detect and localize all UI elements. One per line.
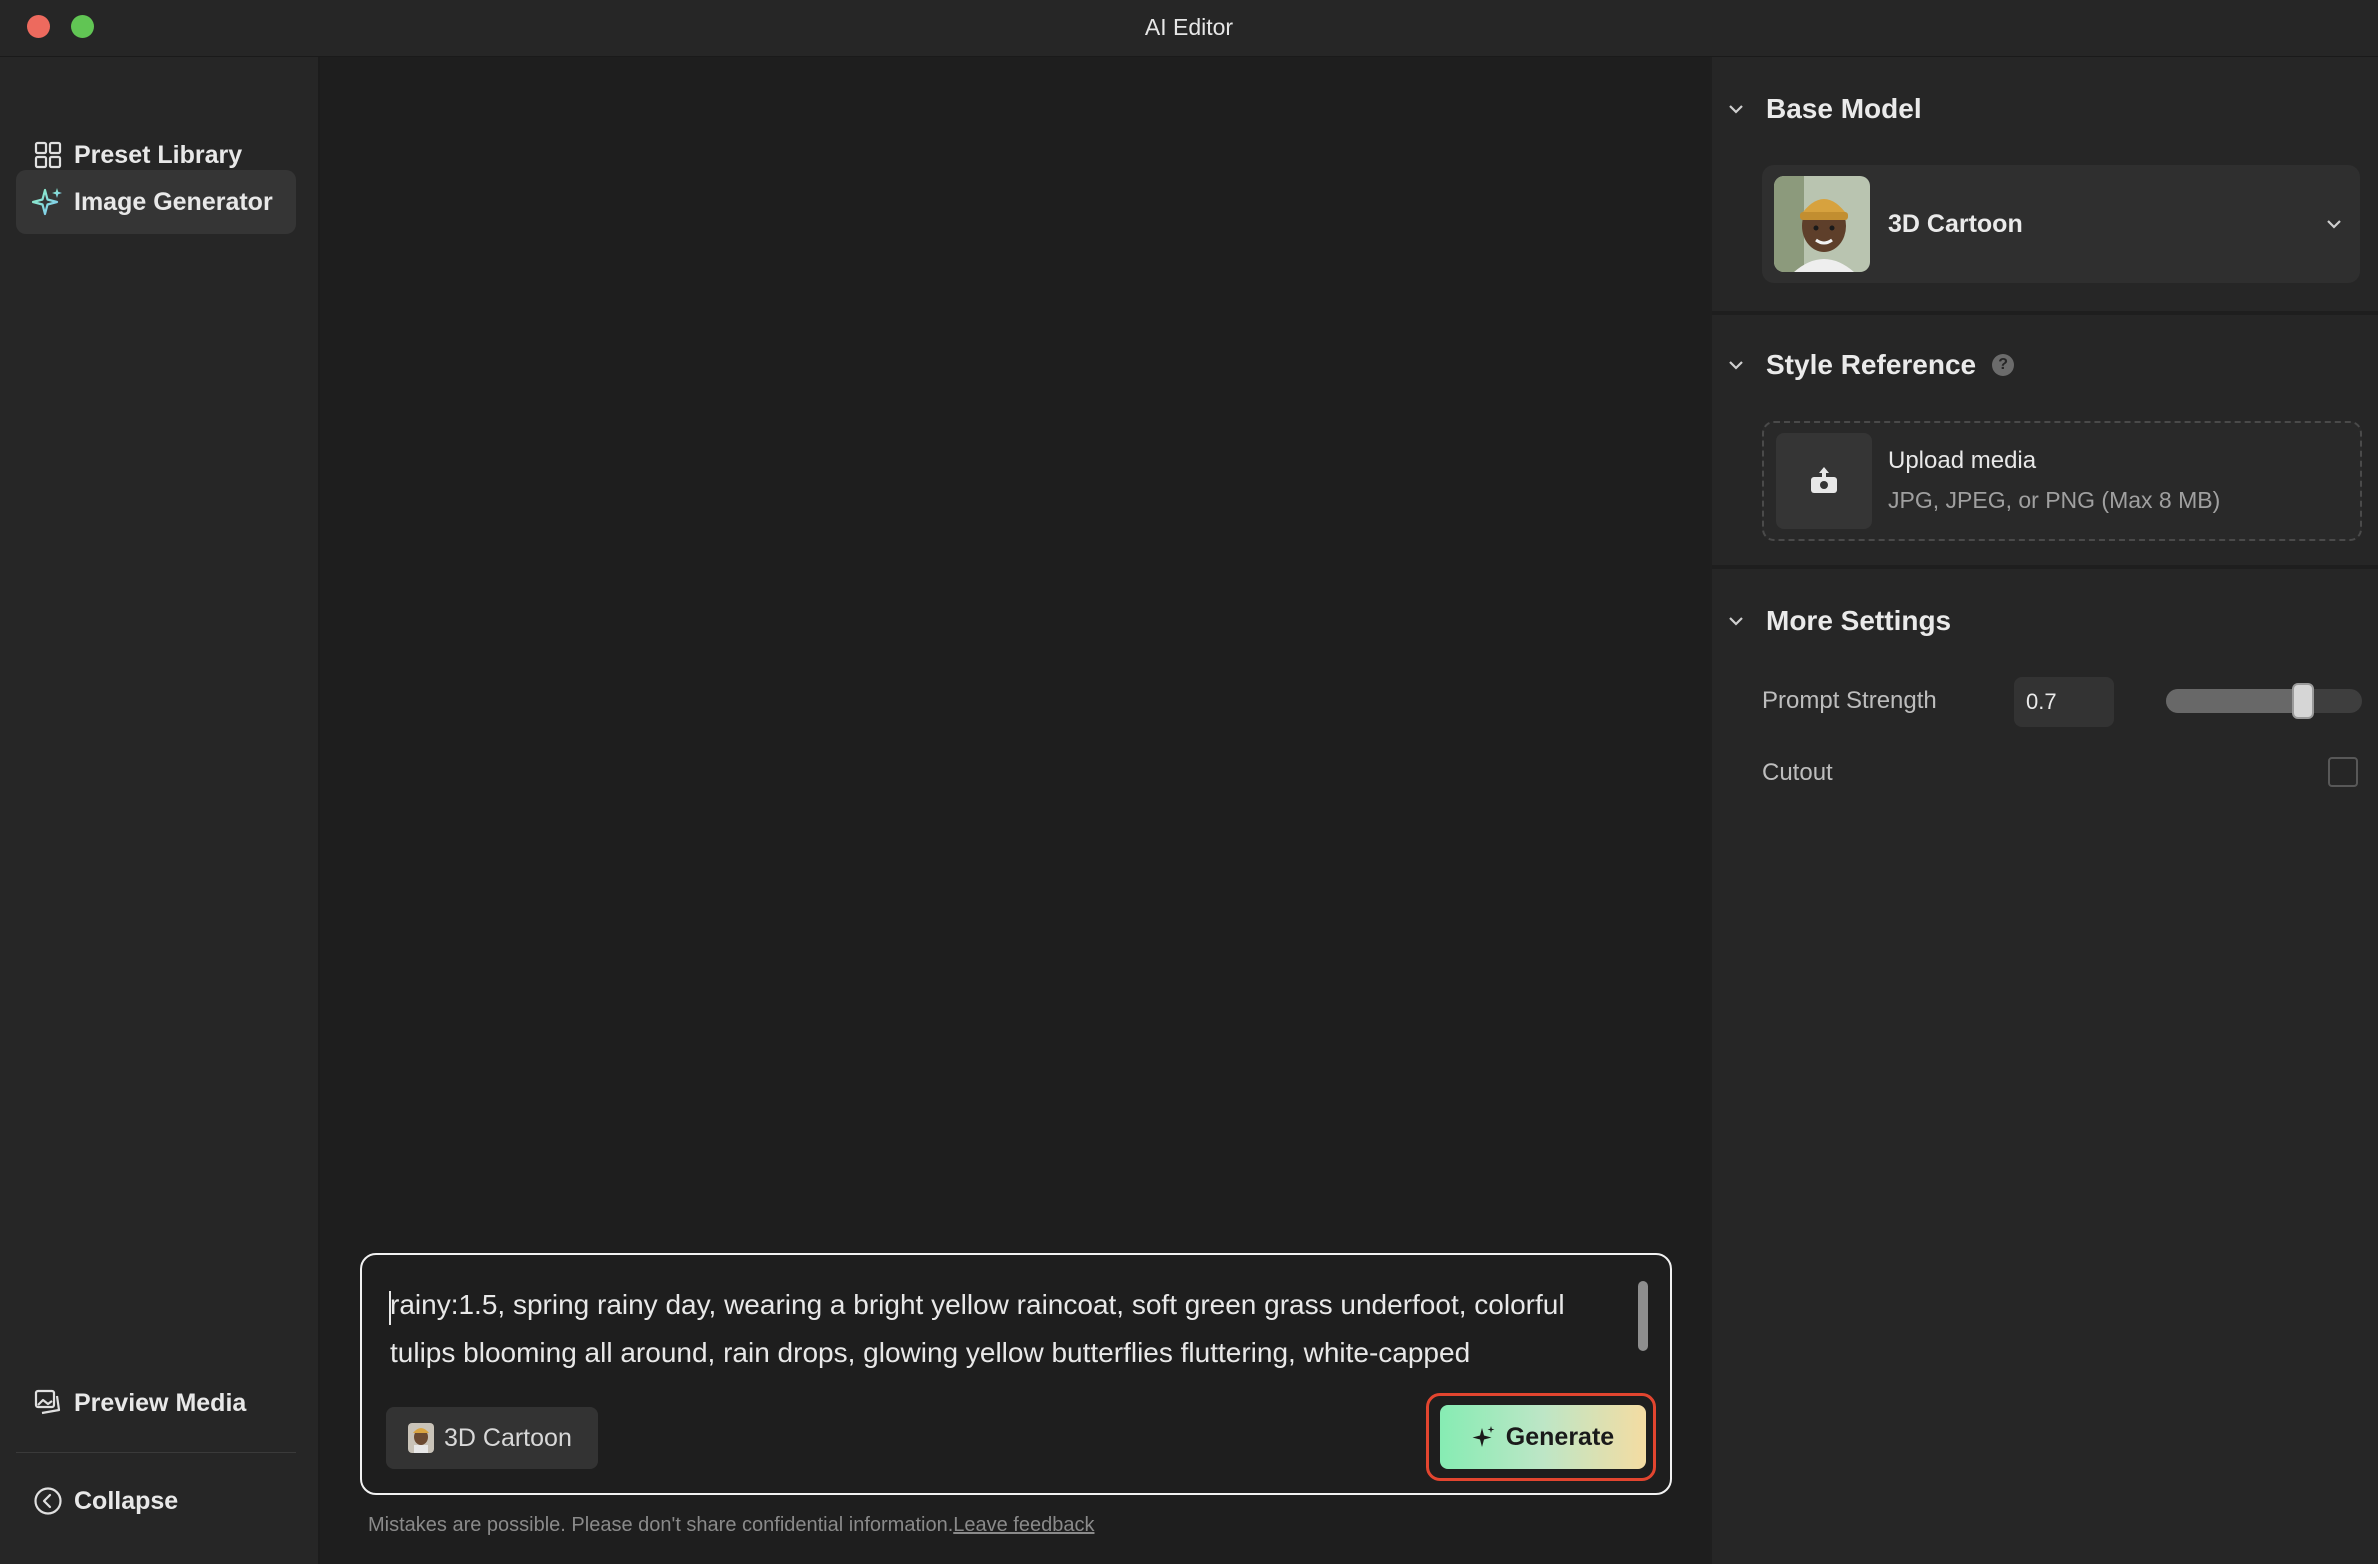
chevron-down-icon (1728, 616, 1750, 626)
upload-title: Upload media (1888, 447, 2037, 474)
sparkle-icon (32, 186, 64, 218)
selected-model: 3D Cartoon (1888, 209, 2023, 238)
sidebar-item-label: Preview Media (74, 1388, 247, 1417)
settings-panel: Base Model 3D Cartoon Style Reference ? (1712, 57, 2378, 1564)
sidebar-item-preview-media[interactable]: Preview Media (16, 1371, 296, 1435)
disclaimer: Mistakes are possible. Please don't shar… (368, 1514, 1094, 1537)
section-title: Style Reference (1766, 349, 1977, 380)
section-title: More Settings (1766, 605, 1952, 636)
upload-media-dropzone[interactable]: Upload media JPG, JPEG, or PNG (Max 8 MB… (1762, 421, 2362, 541)
prompt-input[interactable]: rainy:1.5, spring rainy day, wearing a b… (390, 1281, 1610, 1377)
chevron-down-icon (1728, 360, 1750, 370)
sidebar-item-label: Collapse (74, 1486, 179, 1515)
sidebar-item-label: Image Generator (74, 187, 273, 216)
section-divider (1712, 565, 2378, 569)
prompt-strength-label: Prompt Strength (1762, 687, 1937, 714)
more-settings-header[interactable]: More Settings (1728, 605, 1951, 637)
help-icon[interactable]: ? (1992, 354, 2015, 376)
sidebar-item-image-generator[interactable]: Image Generator (16, 170, 296, 234)
cutout-checkbox[interactable] (2328, 757, 2358, 787)
base-model-header[interactable]: Base Model (1728, 93, 1922, 125)
collapse-button[interactable]: Collapse (16, 1469, 296, 1533)
sidebar: Preset Library Image Generator Preview M… (0, 57, 320, 1564)
base-model-dropdown[interactable]: 3D Cartoon (1762, 165, 2360, 283)
generate-button[interactable]: Generate (1440, 1405, 1646, 1469)
prompt-strength-slider[interactable] (2166, 689, 2362, 713)
prompt-box: rainy:1.5, spring rainy day, wearing a b… (360, 1253, 1672, 1495)
model-thumbnail (408, 1423, 434, 1453)
cutout-label: Cutout (1762, 759, 1833, 786)
window-title: AI Editor (1144, 14, 1234, 40)
slider-handle[interactable] (2292, 683, 2315, 719)
upload-file-types: JPG, JPEG, or PNG (Max 8 MB) (1888, 487, 2221, 513)
title-bar: AI Editor (0, 0, 2378, 57)
prompt-scrollbar[interactable] (1638, 1281, 1648, 1351)
section-divider (1712, 311, 2378, 315)
generate-label: Generate (1505, 1422, 1615, 1451)
disclaimer-text: Mistakes are possible. Please don't shar… (368, 1514, 954, 1536)
chevron-left-circle-icon (32, 1485, 64, 1517)
chevron-down-icon (1728, 104, 1750, 114)
canvas-area: rainy:1.5, spring rainy day, wearing a b… (320, 57, 1710, 1564)
chevron-down-icon (2326, 219, 2342, 229)
section-title: Base Model (1766, 93, 1922, 124)
upload-image-icon (1776, 433, 1872, 529)
model-chip-label: 3D Cartoon (444, 1423, 572, 1452)
model-thumbnail (1774, 176, 1870, 272)
grid-icon (32, 139, 64, 171)
style-reference-header[interactable]: Style Reference ? (1728, 349, 2015, 381)
sidebar-item-label: Preset Library (74, 140, 243, 169)
images-icon (32, 1387, 64, 1419)
model-chip[interactable]: 3D Cartoon (386, 1407, 598, 1469)
slider-fill (2166, 689, 2304, 713)
text-caret (389, 1291, 391, 1325)
leave-feedback-link[interactable]: Leave feedback (953, 1514, 1094, 1536)
sparkle-icon (1472, 1425, 1496, 1449)
prompt-strength-input[interactable] (2014, 677, 2114, 727)
sidebar-divider (16, 1452, 296, 1453)
